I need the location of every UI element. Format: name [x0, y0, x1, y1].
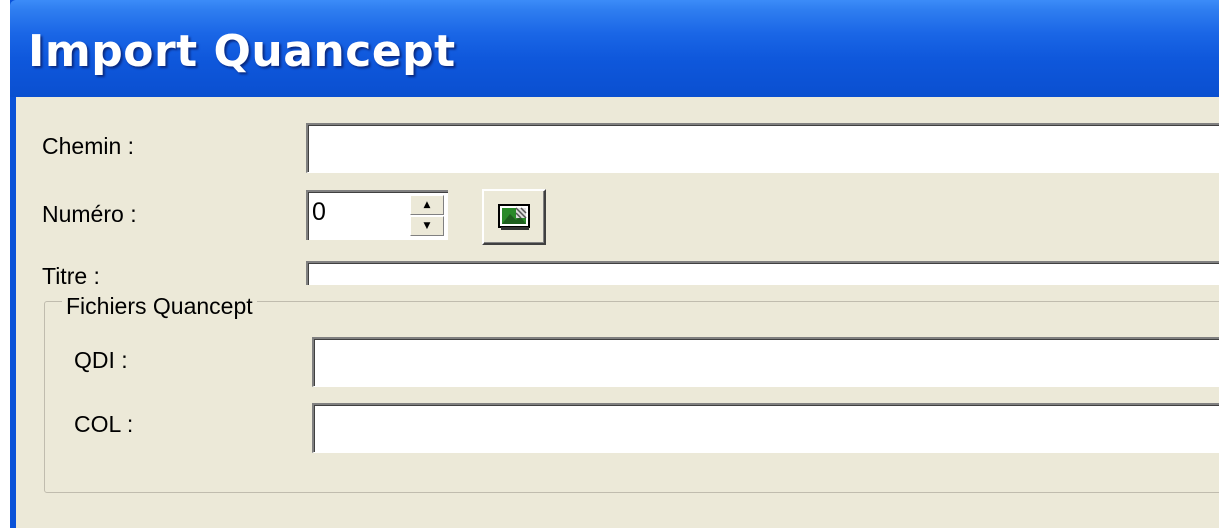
group-legend: Fichiers Quancept	[62, 293, 257, 320]
spin-down-icon: ▼	[423, 220, 431, 231]
col-input[interactable]	[312, 403, 1219, 453]
image-select-icon	[498, 204, 530, 230]
numero-value[interactable]: 0	[312, 198, 326, 227]
title-bar[interactable]: Import Quancept	[10, 0, 1219, 97]
titre-label: Titre :	[42, 263, 100, 285]
chemin-label: Chemin :	[42, 133, 135, 159]
import-quancept-window: Import Quancept Chemin : Numéro : 0 ▲ ▼	[10, 0, 1219, 528]
col-label: COL :	[74, 411, 134, 437]
qdi-input[interactable]	[312, 337, 1219, 387]
spin-up-icon: ▲	[423, 199, 431, 210]
window-title: Import Quancept	[28, 26, 456, 77]
dialog-client-area: Chemin : Numéro : 0 ▲ ▼ Titre: Fichiers…	[16, 97, 1219, 528]
titre-input[interactable]	[306, 261, 1219, 285]
qdi-label: QDI :	[74, 347, 128, 373]
chemin-input[interactable]	[306, 123, 1219, 173]
titre-row: Titre :	[16, 257, 1219, 285]
image-select-button[interactable]	[482, 189, 546, 245]
numero-spinbox[interactable]: 0 ▲ ▼	[306, 190, 448, 240]
numero-label: Numéro :	[42, 201, 137, 227]
spin-down-button[interactable]: ▼	[410, 216, 444, 236]
spin-up-button[interactable]: ▲	[410, 195, 444, 215]
fichiers-quancept-group	[44, 301, 1219, 493]
